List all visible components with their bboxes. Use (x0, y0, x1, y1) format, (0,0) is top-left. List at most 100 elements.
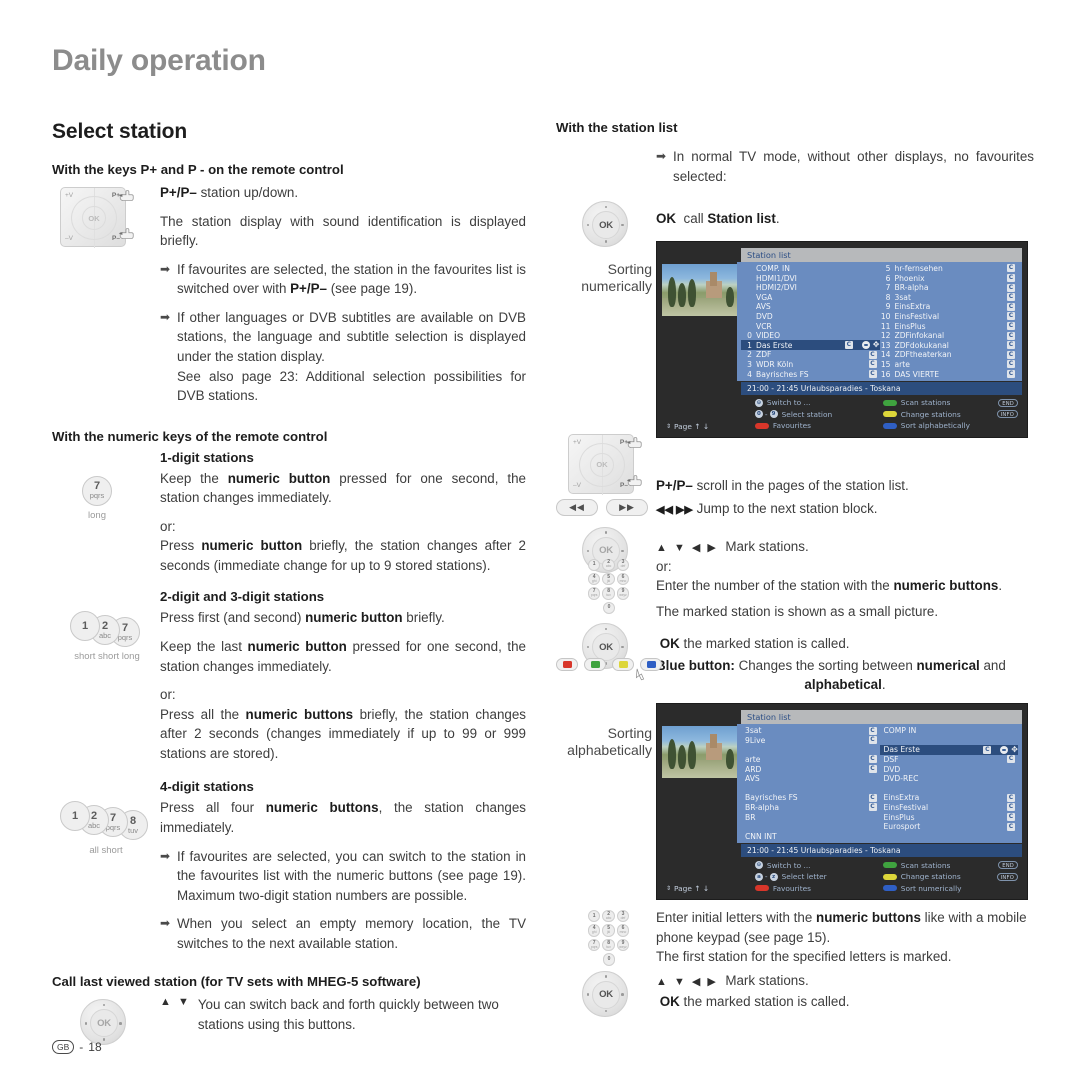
text-block: P+/P– scroll in the pages of the station… (656, 448, 1034, 496)
heading-2-3-digit: 2-digit and 3-digit stations (160, 589, 325, 605)
station-row[interactable]: VCR (741, 321, 880, 331)
station-row[interactable]: arte C (741, 755, 880, 765)
yellow-button-icon (882, 411, 897, 418)
bullet-list: ➡ If favourites are selected, the statio… (160, 260, 526, 406)
period: . (881, 677, 886, 693)
t-alphabetical: alphabetical (804, 677, 882, 693)
station-row[interactable]: Das Erste C ✥ (879, 745, 1018, 755)
label: Select letter (781, 872, 827, 881)
station-row[interactable]: HDMI1/DVI (741, 273, 880, 283)
p-scroll-rest: scroll in the pages of the station list. (692, 477, 909, 493)
label: Scan stations (900, 860, 951, 870)
yellow-button-icon (882, 873, 897, 880)
text-block: OK call Station list. (656, 199, 1034, 229)
station-row[interactable]: 10 EinsFestival C (880, 312, 1019, 322)
station-name: HDMI1/DVI (756, 273, 797, 283)
station-row[interactable]: AVS (741, 302, 880, 312)
blue-button-icon (882, 422, 897, 429)
hand-cursor-icon (626, 436, 642, 448)
station-name: 3sat (894, 292, 911, 302)
bullet-text-b: (see page 19). (326, 281, 418, 297)
hand-cursor-icon (118, 190, 134, 201)
station-row[interactable]: Bayrisches FS C (741, 793, 880, 803)
icon-gutter: OK +V –V P+ P– (52, 183, 160, 415)
station-row[interactable]: EinsFestival C (880, 803, 1019, 813)
station-row[interactable]: EinsExtra C (880, 793, 1019, 803)
bullet-text: In normal TV mode, without other display… (673, 149, 1034, 184)
station-row[interactable]: 11 EinsPlus C (880, 321, 1019, 331)
station-row[interactable]: 0 VIDEO (741, 331, 880, 341)
encrypted-c-badge-icon: C (1007, 341, 1015, 350)
block-scroll-pages: OK +V –V P+ P– P+/P– scroll in the pages… (556, 433, 1034, 496)
fastforward-button-icon[interactable]: ▶▶ (606, 499, 648, 517)
encrypted-c-badge-icon: C (1007, 312, 1015, 321)
station-row[interactable]: 14 ZDFtheaterkan C (880, 350, 1019, 360)
station-row[interactable]: Eurosport C (880, 822, 1019, 832)
station-name: DVD (883, 764, 901, 774)
station-row[interactable]: 1 Das Erste C ✥ (741, 340, 880, 351)
station-row-empty (741, 783, 880, 793)
station-row[interactable]: BR-alpha C (741, 803, 880, 813)
icon-gutter (556, 147, 656, 195)
encrypted-c-badge-icon: C (868, 755, 877, 764)
station-row[interactable]: CNN INT (741, 831, 880, 841)
p-keys-label: P+/P– (160, 185, 197, 200)
station-name: arte (745, 754, 761, 764)
tv-station-list-numeric: COMP. IN HDMI1/DVI HDMI2/DVI VGA AVS DVD VCR 0 V… (737, 261, 1022, 381)
station-row[interactable]: 7 BR-alpha C (880, 283, 1019, 293)
station-row[interactable]: EinsPlus C (880, 812, 1019, 822)
text-block: 2-digit and 3-digit stations Press first… (160, 589, 526, 763)
station-row[interactable]: 13 ZDFdokukanal C (880, 340, 1019, 350)
station-row[interactable]: HDMI2/DVI (741, 283, 880, 293)
station-row[interactable]: DVD (880, 764, 1019, 774)
red-button-icon[interactable] (556, 657, 578, 671)
station-row[interactable]: BR (741, 812, 880, 822)
station-row[interactable]: VGA (741, 292, 880, 302)
list-item: ➡ If other languages or DVB subtitles ar… (160, 308, 526, 406)
hand-cursor-icon (635, 668, 645, 681)
station-row[interactable]: 4 Bayrisches FS C (741, 369, 880, 379)
station-row[interactable]: COMP IN (880, 726, 1019, 736)
paragraph-blue-button: Blue button: Changes the sorting between… (656, 656, 1034, 676)
up-down-arrow-icons: ▲ ▼ (160, 996, 191, 1009)
t-a: Keep the last (160, 639, 248, 654)
station-row[interactable]: 3 WDR Köln C (741, 360, 880, 370)
station-row[interactable]: DSF C (880, 755, 1019, 765)
station-name: Phoenix (894, 273, 925, 283)
encrypted-c-badge-icon: C (1007, 360, 1015, 369)
station-row[interactable]: 8 3sat C (880, 292, 1019, 302)
key-caption: long (88, 509, 106, 521)
station-row[interactable]: 15 arte C (880, 360, 1019, 370)
icon-gutter: OK (556, 969, 656, 1017)
mark-text: Mark stations. (725, 538, 809, 554)
numeric-keypad-icon: 1 2 abc 3 def 4 ghi 5 jkl 6 mno 7 pqrs 8 tuv 9 wxyz 0 (588, 558, 630, 617)
label: Scan stations (900, 398, 951, 408)
station-row[interactable]: 5 hr-fernsehen C (880, 264, 1019, 274)
rewind-button-icon[interactable]: ◀◀ (556, 499, 598, 517)
station-name: EinsPlus (894, 321, 926, 331)
paragraph-scroll: P+/P– scroll in the pages of the station… (656, 476, 1034, 496)
station-row[interactable]: 9 EinsExtra C (880, 302, 1019, 312)
station-row[interactable]: COMP. IN (741, 264, 880, 274)
footer-change-stations: Change stations (882, 409, 994, 419)
language-badge: GB (52, 1040, 75, 1054)
station-row[interactable]: DVD (741, 312, 880, 322)
numeric-keypad-icon: 1 2 abc 3 def 4 ghi 5 jkl 6 mno 7 pqrs 8 tuv 9 wxyz 0 (588, 910, 630, 968)
text-block: Enter initial letters with the numeric b… (656, 908, 1034, 967)
station-row[interactable]: ARD C (741, 764, 880, 774)
station-row[interactable]: 16 DAS VIERTE C (880, 369, 1019, 379)
key-letters: tuv (127, 825, 138, 835)
label: Change stations (900, 872, 961, 881)
station-row[interactable]: 9Live C (741, 735, 880, 745)
paragraph-23-all: Press all the numeric buttons briefly, t… (160, 705, 526, 764)
t-bold: numeric buttons (816, 910, 921, 925)
station-row[interactable]: 3sat C (741, 726, 880, 736)
station-row[interactable]: 6 Phoenix C (880, 273, 1019, 283)
num-key-icon: 0 (754, 410, 763, 419)
station-row[interactable]: 12 ZDFinfokanal C (880, 331, 1019, 341)
station-row[interactable]: AVS (741, 774, 880, 784)
station-row[interactable]: 2 ZDF C (741, 350, 880, 360)
station-row[interactable]: DVD-REC (880, 774, 1019, 784)
green-button-icon[interactable] (584, 657, 606, 671)
yellow-button-icon[interactable] (612, 657, 634, 671)
